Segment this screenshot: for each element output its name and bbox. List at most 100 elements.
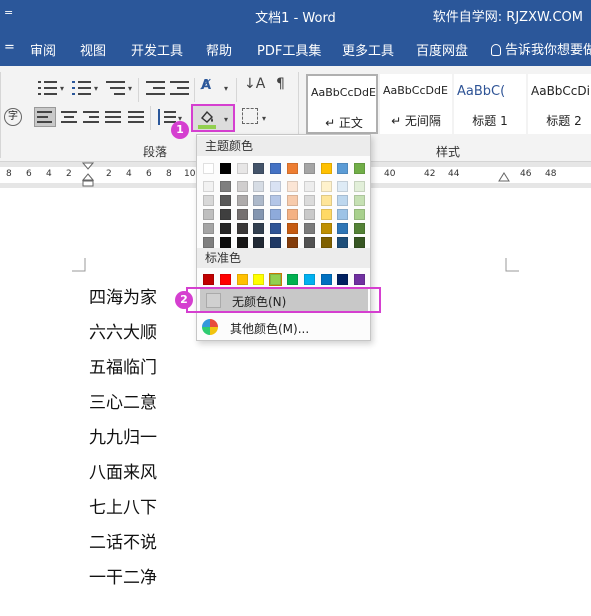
- theme-color-swatch[interactable]: [287, 181, 298, 192]
- style-heading-2[interactable]: AaBbCcDi 标题 2: [528, 74, 591, 134]
- theme-color-swatch[interactable]: [219, 223, 231, 234]
- align-center-icon[interactable]: [59, 108, 81, 128]
- borders-dropdown-icon[interactable]: ▾: [262, 114, 266, 123]
- theme-color-swatch[interactable]: [236, 237, 248, 248]
- theme-color-swatch[interactable]: [303, 195, 315, 206]
- theme-color-swatch[interactable]: [236, 163, 248, 174]
- standard-color-swatch[interactable]: [337, 274, 349, 285]
- theme-color-swatch[interactable]: [203, 181, 214, 192]
- theme-color-swatch[interactable]: [287, 237, 298, 248]
- theme-color-swatch[interactable]: [270, 181, 282, 192]
- standard-color-swatch[interactable]: [219, 274, 231, 285]
- style-heading-1[interactable]: AaBbC( 标题 1: [454, 74, 526, 134]
- theme-color-swatch[interactable]: [287, 209, 298, 220]
- theme-color-swatch[interactable]: [253, 181, 265, 192]
- standard-color-swatch[interactable]: [287, 274, 298, 285]
- standard-color-swatch[interactable]: [203, 274, 214, 285]
- increase-indent-icon[interactable]: [170, 78, 192, 98]
- tab-more-tools[interactable]: 更多工具: [342, 40, 394, 59]
- theme-color-swatch[interactable]: [354, 163, 366, 174]
- indent-marker-icon[interactable]: [82, 162, 94, 188]
- standard-color-swatch[interactable]: [269, 273, 283, 286]
- standard-color-swatch[interactable]: [236, 274, 248, 285]
- paragraph[interactable]: 六六大顺: [89, 318, 157, 343]
- distributed-icon[interactable]: [126, 108, 148, 128]
- theme-color-swatch[interactable]: [253, 209, 265, 220]
- theme-color-swatch[interactable]: [270, 223, 282, 234]
- theme-color-swatch[interactable]: [236, 181, 248, 192]
- tab-review[interactable]: 审阅: [30, 40, 56, 59]
- theme-color-swatch[interactable]: [354, 223, 366, 234]
- theme-color-swatch[interactable]: [337, 223, 349, 234]
- numbering-icon[interactable]: [72, 78, 94, 98]
- tell-me-box[interactable]: 告诉我你想要做: [491, 39, 591, 58]
- right-indent-marker-icon[interactable]: [498, 172, 510, 186]
- theme-color-swatch[interactable]: [354, 181, 366, 192]
- align-left-icon[interactable]: [34, 107, 56, 127]
- theme-color-swatch[interactable]: [354, 195, 366, 206]
- tab-pdf-tools[interactable]: PDF工具集: [257, 40, 321, 59]
- show-marks-icon[interactable]: ¶: [276, 76, 298, 96]
- tab-help[interactable]: 帮助: [206, 40, 232, 59]
- more-colors-item[interactable]: 其他颜色(M)...: [230, 320, 309, 337]
- theme-color-swatch[interactable]: [203, 237, 214, 248]
- standard-color-swatch[interactable]: [303, 274, 315, 285]
- align-right-icon[interactable]: [81, 108, 103, 128]
- theme-color-swatch[interactable]: [303, 237, 315, 248]
- tab-baidu-netdisk[interactable]: 百度网盘: [416, 40, 468, 59]
- bullets-dropdown-icon[interactable]: ▾: [60, 84, 64, 93]
- theme-color-swatch[interactable]: [354, 237, 366, 248]
- theme-color-swatch[interactable]: [287, 223, 298, 234]
- theme-color-swatch[interactable]: [219, 163, 231, 174]
- theme-color-swatch[interactable]: [270, 237, 282, 248]
- style-no-spacing[interactable]: AaBbCcDdE ↵ 无间隔: [380, 74, 452, 134]
- theme-color-swatch[interactable]: [236, 195, 248, 206]
- phonetic-guide-icon[interactable]: 字: [4, 108, 22, 126]
- theme-color-swatch[interactable]: [270, 195, 282, 206]
- paragraph[interactable]: 七上八下: [89, 493, 157, 518]
- theme-color-swatch[interactable]: [236, 209, 248, 220]
- chinese-layout-icon[interactable]: A̸: [201, 78, 223, 98]
- theme-color-swatch[interactable]: [253, 237, 265, 248]
- theme-color-swatch[interactable]: [203, 195, 214, 206]
- theme-color-swatch[interactable]: [337, 209, 349, 220]
- theme-color-swatch[interactable]: [203, 163, 214, 174]
- standard-color-swatch[interactable]: [253, 274, 265, 285]
- paragraph[interactable]: 二话不说: [89, 528, 157, 553]
- shading-dropdown-icon[interactable]: ▾: [224, 115, 228, 124]
- theme-color-swatch[interactable]: [337, 163, 349, 174]
- theme-color-swatch[interactable]: [236, 223, 248, 234]
- sort-icon[interactable]: ↓A: [244, 76, 266, 96]
- theme-color-swatch[interactable]: [253, 163, 265, 174]
- theme-color-swatch[interactable]: [337, 195, 349, 206]
- theme-color-swatch[interactable]: [354, 209, 366, 220]
- theme-color-swatch[interactable]: [320, 209, 332, 220]
- theme-color-swatch[interactable]: [253, 223, 265, 234]
- numbering-dropdown-icon[interactable]: ▾: [94, 84, 98, 93]
- shading-button[interactable]: ▾: [191, 104, 235, 132]
- theme-color-swatch[interactable]: [303, 223, 315, 234]
- theme-color-swatch[interactable]: [253, 195, 265, 206]
- theme-color-swatch[interactable]: [303, 209, 315, 220]
- bullets-icon[interactable]: [38, 78, 60, 98]
- standard-color-swatch[interactable]: [320, 274, 332, 285]
- theme-color-swatch[interactable]: [270, 163, 282, 174]
- theme-color-swatch[interactable]: [203, 223, 214, 234]
- tab-collapsed[interactable]: =: [4, 40, 15, 55]
- paragraph[interactable]: 五福临门: [89, 353, 157, 378]
- paragraph[interactable]: 一干二净: [89, 563, 157, 588]
- theme-color-swatch[interactable]: [320, 223, 332, 234]
- theme-color-swatch[interactable]: [320, 237, 332, 248]
- paragraph[interactable]: 三心二意: [89, 388, 157, 413]
- theme-color-swatch[interactable]: [219, 195, 231, 206]
- chinese-layout-dropdown-icon[interactable]: ▾: [224, 84, 228, 93]
- theme-color-swatch[interactable]: [219, 237, 231, 248]
- theme-color-swatch[interactable]: [203, 209, 214, 220]
- theme-color-swatch[interactable]: [337, 181, 349, 192]
- theme-color-swatch[interactable]: [287, 195, 298, 206]
- theme-color-swatch[interactable]: [287, 163, 298, 174]
- borders-icon[interactable]: [242, 108, 258, 124]
- multilevel-dropdown-icon[interactable]: ▾: [128, 84, 132, 93]
- theme-color-swatch[interactable]: [270, 209, 282, 220]
- theme-color-swatch[interactable]: [337, 237, 349, 248]
